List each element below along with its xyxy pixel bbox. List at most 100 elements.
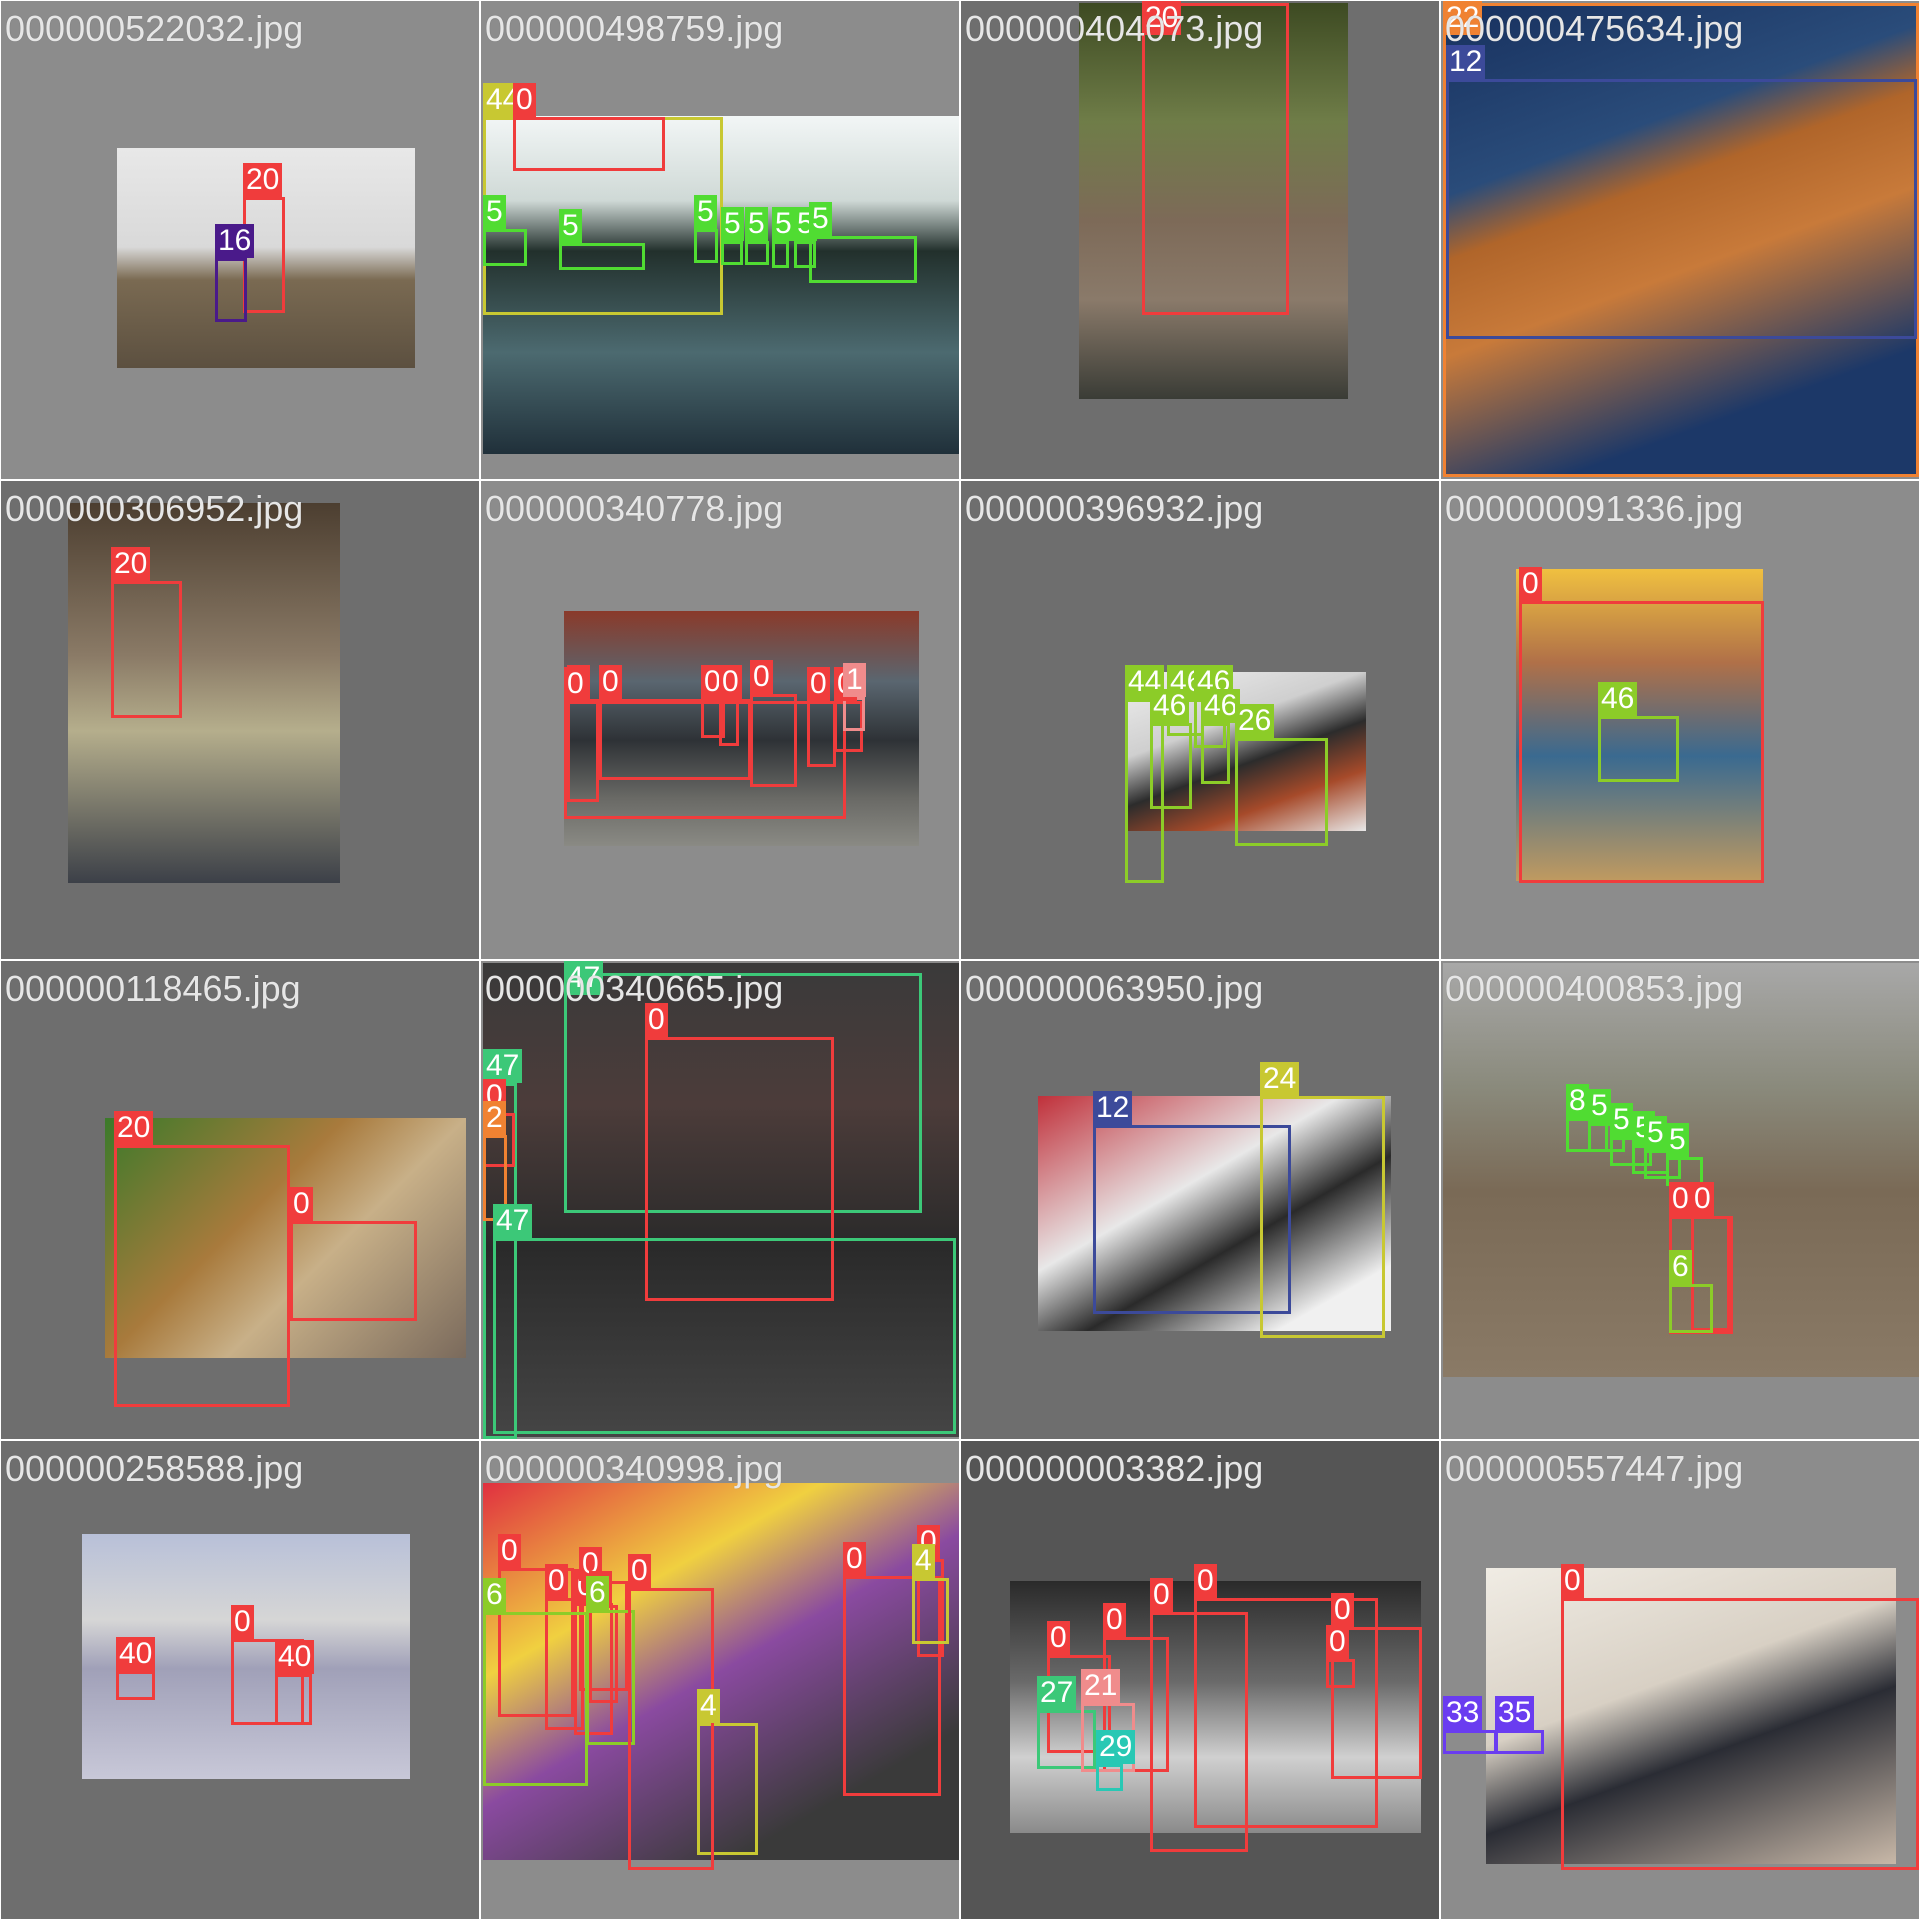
box-class-label: 0 bbox=[513, 83, 536, 117]
box-class-label: 5 bbox=[745, 207, 768, 241]
bounding-box bbox=[493, 1238, 956, 1434]
box-class-label: 0 bbox=[1669, 1182, 1692, 1216]
box-class-label: 1 bbox=[843, 663, 866, 697]
tile-filename: 000000396932.jpg bbox=[965, 488, 1264, 529]
box-class-label: 35 bbox=[1495, 1696, 1535, 1730]
bounding-box bbox=[1561, 1598, 1919, 1870]
bounding-box bbox=[772, 241, 789, 268]
box-class-label: 2 bbox=[483, 1101, 506, 1135]
bounding-box bbox=[1495, 1730, 1544, 1754]
box-class-label: 12 bbox=[1446, 45, 1486, 79]
mosaic-tile: 20 0 000000118465.jpg bbox=[1, 961, 479, 1439]
box-class-label: 40 bbox=[116, 1637, 156, 1671]
tile-filename: 000000522032.jpg bbox=[5, 8, 304, 49]
bounding-box bbox=[912, 1578, 949, 1644]
box-class-label: 46 bbox=[1150, 689, 1190, 723]
box-class-label: 0 bbox=[1047, 1621, 1070, 1655]
box-class-label: 47 bbox=[493, 1204, 533, 1238]
box-class-label: 0 bbox=[750, 660, 773, 694]
box-class-label: 0 bbox=[1519, 567, 1542, 601]
box-class-label: 20 bbox=[111, 547, 151, 581]
box-class-label: 24 bbox=[1260, 1062, 1300, 1096]
box-class-label: 5 bbox=[721, 207, 744, 241]
bounding-box bbox=[1150, 723, 1192, 809]
box-class-label: 8 bbox=[1566, 1084, 1589, 1118]
box-class-label: 6 bbox=[483, 1578, 506, 1612]
bounding-box bbox=[1142, 3, 1289, 315]
box-class-label: 5 bbox=[483, 195, 506, 229]
box-class-label: 5 bbox=[559, 209, 582, 243]
tile-filename: 000000498759.jpg bbox=[485, 8, 784, 49]
tile-filename: 000000340778.jpg bbox=[485, 488, 784, 529]
bounding-box bbox=[275, 1674, 312, 1725]
box-class-label: 4 bbox=[912, 1544, 935, 1578]
bounding-box bbox=[1443, 1730, 1497, 1754]
tile-filename: 000000557447.jpg bbox=[1445, 1448, 1744, 1489]
mosaic-tile: 000000001000000340778.jpg bbox=[481, 481, 959, 959]
box-class-label: 5 bbox=[1588, 1089, 1611, 1123]
box-class-label: 21 bbox=[1081, 1669, 1121, 1703]
bounding-box bbox=[750, 694, 797, 787]
bounding-box bbox=[1260, 1096, 1385, 1338]
box-class-label: 0 bbox=[1103, 1603, 1126, 1637]
box-class-label: 33 bbox=[1443, 1696, 1483, 1730]
bounding-box bbox=[559, 243, 645, 270]
box-class-label: 0 bbox=[807, 667, 830, 701]
box-class-label: 5 bbox=[772, 207, 795, 241]
bounding-box bbox=[807, 701, 836, 767]
tile-filename: 000000003382.jpg bbox=[965, 1448, 1264, 1489]
bounding-box bbox=[483, 1612, 588, 1786]
box-class-label: 0 bbox=[1331, 1593, 1354, 1627]
box-class-label: 0 bbox=[498, 1534, 521, 1568]
box-class-label: 4 bbox=[697, 1689, 720, 1723]
bounding-box bbox=[483, 229, 527, 266]
mosaic-tile: 0 40 40 000000258588.jpg bbox=[1, 1441, 479, 1919]
box-class-label: 12 bbox=[1093, 1091, 1133, 1125]
bounding-box bbox=[843, 697, 865, 731]
box-class-label: 6 bbox=[586, 1576, 609, 1610]
box-class-label: 46 bbox=[1598, 682, 1638, 716]
mosaic-tile: 0 33 35 000000557447.jpg bbox=[1441, 1441, 1919, 1919]
bounding-box bbox=[1235, 738, 1328, 846]
box-class-label: 0 bbox=[1150, 1578, 1173, 1612]
box-class-label: 0 bbox=[599, 665, 622, 699]
tile-filename: 000000340665.jpg bbox=[485, 968, 784, 1009]
box-class-label: 47 bbox=[483, 1049, 523, 1083]
bounding-box bbox=[1096, 1764, 1123, 1791]
mosaic-grid: 20 16 000000522032.jpg 44 0 5 5 5 5 5 5 5 5 000000498… bbox=[0, 0, 1920, 1920]
bounding-box bbox=[114, 1145, 290, 1407]
bounding-box bbox=[721, 241, 743, 265]
box-class-label: 0 bbox=[545, 1564, 568, 1598]
mosaic-tile: 44 46 46 46 46 26 000000396932.jpg bbox=[961, 481, 1439, 959]
tile-filename: 000000400853.jpg bbox=[1445, 968, 1744, 1009]
mosaic-tile: 22 12 000000475634.jpg bbox=[1441, 1, 1919, 479]
tile-filename: 000000091336.jpg bbox=[1445, 488, 1744, 529]
bounding-box bbox=[1598, 716, 1679, 782]
mosaic-tile: 20 000000404073.jpg bbox=[961, 1, 1439, 479]
tile-filename: 000000306952.jpg bbox=[5, 488, 304, 529]
mosaic-tile: 20 000000306952.jpg bbox=[1, 481, 479, 959]
box-class-label: 27 bbox=[1037, 1676, 1077, 1710]
bounding-box bbox=[1326, 1659, 1355, 1688]
tile-filename: 000000258588.jpg bbox=[5, 1448, 304, 1489]
tile-filename: 000000475634.jpg bbox=[1445, 8, 1744, 49]
box-class-label: 0 bbox=[843, 1542, 866, 1576]
box-class-label: 5 bbox=[809, 202, 832, 236]
box-class-label: 6 bbox=[1669, 1250, 1692, 1284]
bounding-box bbox=[628, 1588, 714, 1870]
tile-photo bbox=[68, 503, 340, 883]
mosaic-tile: 47 0 47 0 2 47 000000340665.jpg bbox=[481, 961, 959, 1439]
box-class-label: 0 bbox=[290, 1187, 313, 1221]
box-class-label: 16 bbox=[215, 224, 255, 258]
tile-filename: 000000118465.jpg bbox=[5, 968, 301, 1009]
box-class-label: 0 bbox=[628, 1554, 651, 1588]
box-class-label: 0 bbox=[719, 665, 742, 699]
box-class-label: 5 bbox=[1610, 1103, 1633, 1137]
bounding-box bbox=[1446, 79, 1917, 339]
box-class-label: 0 bbox=[1194, 1564, 1217, 1598]
bounding-box bbox=[719, 699, 739, 746]
box-class-label: 26 bbox=[1235, 704, 1275, 738]
box-class-label: 20 bbox=[243, 163, 283, 197]
box-class-label: 0 bbox=[1561, 1564, 1584, 1598]
box-class-label: 20 bbox=[114, 1111, 154, 1145]
